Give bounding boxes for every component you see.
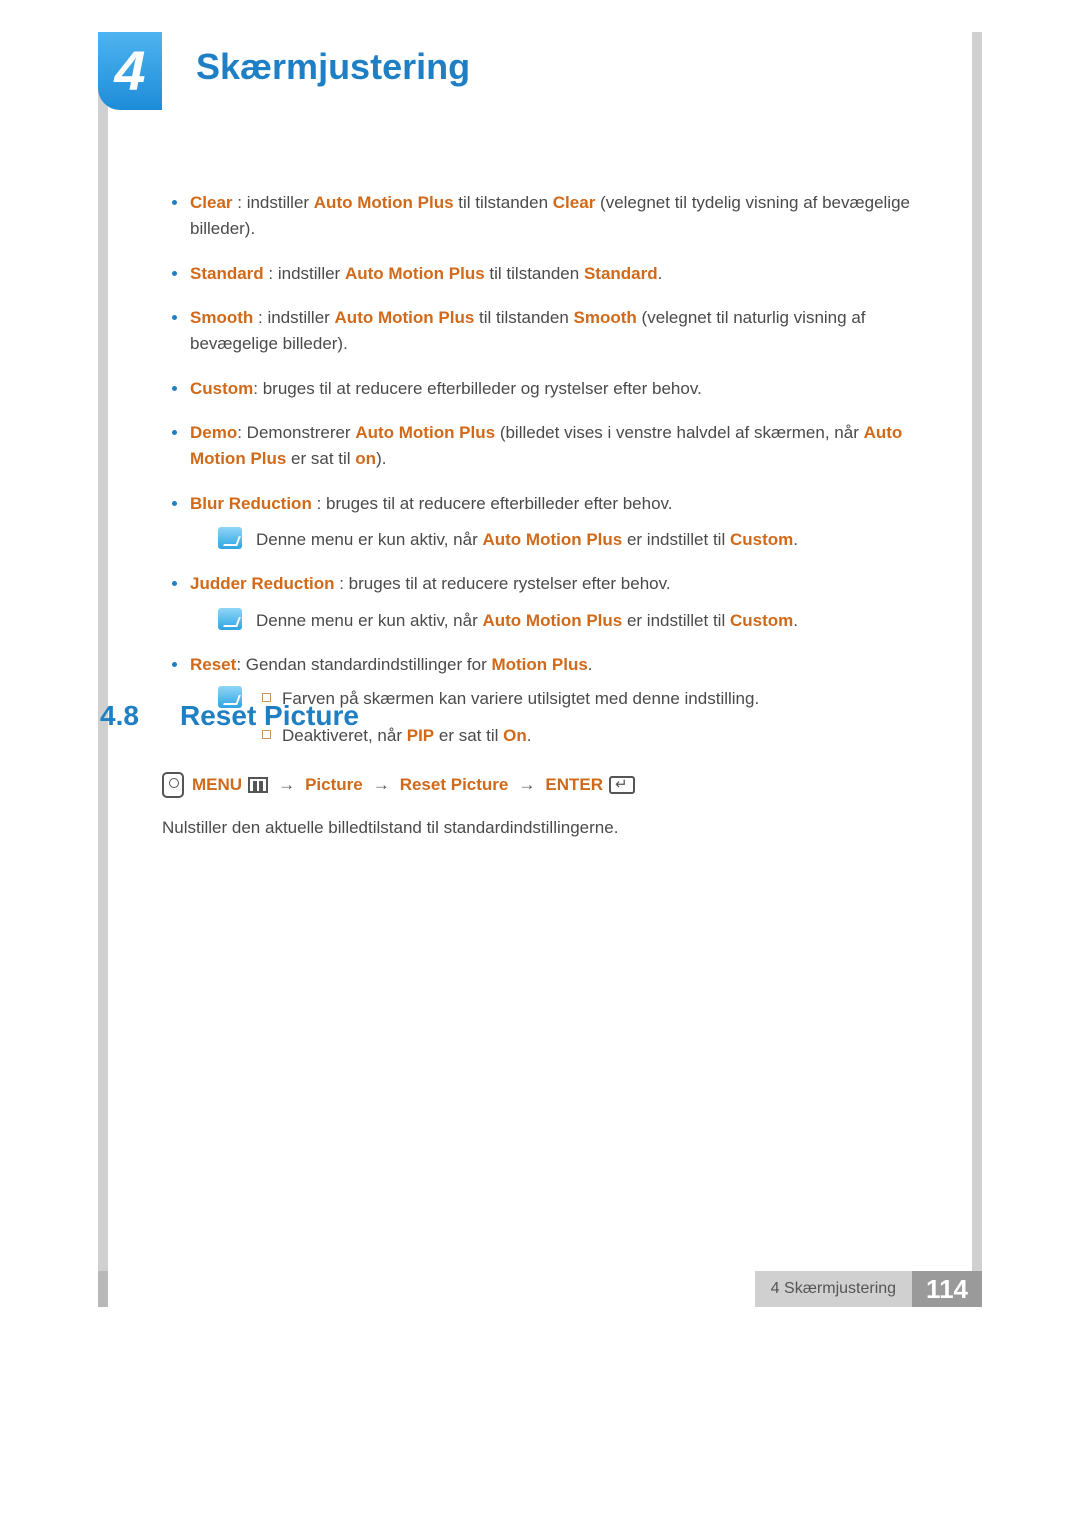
list-item: Standard : indstiller Auto Motion Plus t… [162,261,922,287]
list-item: Demo: Demonstrerer Auto Motion Plus (bil… [162,420,922,473]
term: Clear [190,193,233,212]
footer-chapter-label: 4 Skærmjustering [755,1271,912,1307]
arrow-icon: → [369,775,394,795]
chapter-title: Skærmjustering [196,46,470,88]
note-icon [218,527,242,549]
list-item: Blur Reduction : bruges til at reducere … [162,491,922,554]
note-row: Denne menu er kun aktiv, når Auto Motion… [218,527,922,553]
list-item: Smooth : indstiller Auto Motion Plus til… [162,305,922,358]
enter-icon [609,776,635,794]
note-icon [218,608,242,630]
nav-reset: Reset Picture [400,775,509,795]
chapter-number: 4 [114,43,145,99]
nav-enter: ENTER [545,775,603,795]
nav-picture: Picture [305,775,363,795]
note-text: Denne menu er kun aktiv, når Auto Motion… [256,608,798,634]
list-item: Custom: bruges til at reducere efterbill… [162,376,922,402]
left-side-bar [98,32,108,1292]
page-number: 114 [912,1271,982,1307]
right-side-bar [972,32,982,1292]
navigation-path: MENU → Picture → Reset Picture → ENTER [162,772,635,798]
arrow-icon: → [274,775,299,795]
note-text: Denne menu er kun aktiv, når Auto Motion… [256,527,798,553]
menu-grid-icon [248,777,268,793]
nav-menu: MENU [192,775,242,795]
arrow-icon: → [514,775,539,795]
feature-list: Clear : indstiller Auto Motion Plus til … [162,190,922,759]
section-title: Reset Picture [180,700,359,732]
remote-icon [162,772,184,798]
content-area: Clear : indstiller Auto Motion Plus til … [162,190,922,777]
section-body: Nulstiller den aktuelle billedtilstand t… [162,818,618,838]
list-item: Judder Reduction : bruges til at reducer… [162,571,922,634]
note-row: Denne menu er kun aktiv, når Auto Motion… [218,608,922,634]
page-footer: 4 Skærmjustering 114 [98,1271,982,1307]
chapter-tab: 4 [98,32,162,110]
section-number: 4.8 [100,700,139,732]
list-item: Clear : indstiller Auto Motion Plus til … [162,190,922,243]
